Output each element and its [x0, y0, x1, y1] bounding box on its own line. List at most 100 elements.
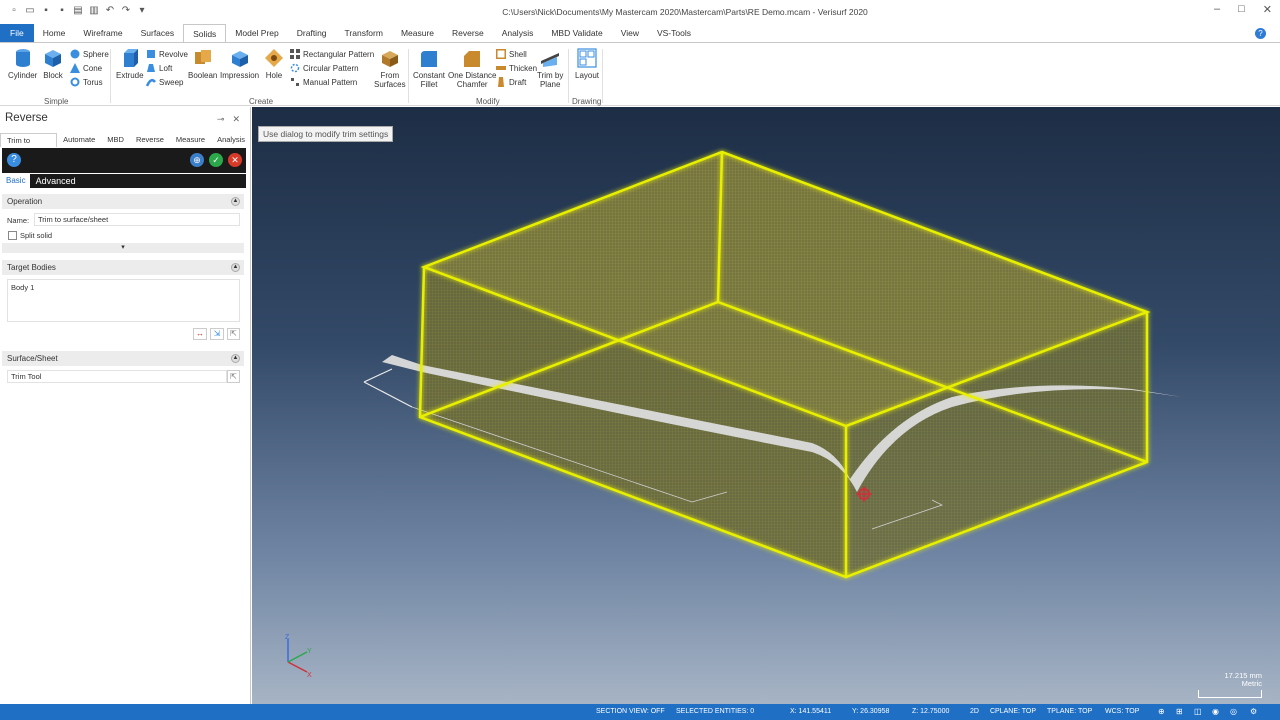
name-label: Name: [7, 216, 30, 225]
loft-button[interactable]: Loft [146, 63, 172, 73]
scale-bar [1198, 690, 1262, 698]
expand-options-icon[interactable]: ▾ [2, 243, 244, 253]
sphere-button[interactable]: Sphere [70, 49, 109, 59]
close-icon[interactable]: ✕ [1263, 3, 1272, 16]
surface-sheet-section-header[interactable]: Surface/Sheet ▲ [2, 351, 244, 366]
help-icon[interactable]: ? [1255, 28, 1266, 39]
thicken-button[interactable]: Thicken [496, 63, 537, 73]
torus-button[interactable]: Torus [70, 77, 103, 87]
mode-toggle[interactable]: 2D [970, 708, 979, 715]
view-render-icon[interactable]: ◎ [1230, 707, 1237, 716]
hole-button[interactable]: Hole [263, 47, 285, 80]
boolean-icon [194, 50, 211, 64]
cancel-x-icon[interactable]: ✕ [228, 153, 242, 167]
one-distance-chamfer-button[interactable]: One Distance Chamfer [448, 47, 496, 89]
minimize-icon[interactable]: – [1214, 3, 1220, 16]
tab-solids[interactable]: Solids [183, 24, 227, 42]
select-add-icon[interactable]: ⇲ [210, 328, 224, 340]
view-settings-icon[interactable]: ⚙ [1250, 707, 1257, 716]
shell-button[interactable]: Shell [496, 49, 527, 59]
impression-button[interactable]: Impression [220, 47, 259, 80]
layout-button[interactable]: Layout [575, 47, 599, 80]
y-coordinate: Y: 26.30958 [852, 708, 890, 715]
tab-mbd[interactable]: MBD [101, 133, 130, 147]
apply-icon[interactable]: ⊕ [190, 153, 204, 167]
name-field[interactable]: Trim to surface/sheet [34, 213, 240, 226]
swap-icon[interactable]: ↔ [193, 328, 207, 340]
tab-panel-reverse[interactable]: Reverse [130, 133, 170, 147]
tab-transform[interactable]: Transform [336, 24, 392, 42]
tab-basic[interactable]: Basic [2, 174, 30, 188]
block-button[interactable]: Block [42, 47, 64, 80]
tab-model-prep[interactable]: Model Prep [226, 24, 287, 42]
collapse-icon[interactable]: ▲ [231, 354, 240, 363]
split-solid-checkbox[interactable] [8, 231, 17, 240]
tab-automate[interactable]: Automate [57, 133, 101, 147]
view-wire-icon[interactable]: ◉ [1212, 707, 1219, 716]
solid-body[interactable] [420, 152, 1147, 577]
graphics-viewport[interactable]: Z X Y Use dialog to modify trim settings… [252, 107, 1280, 704]
target-bodies-section-header[interactable]: Target Bodies ▲ [2, 260, 244, 275]
close-panel-icon[interactable]: ✕ [232, 114, 240, 125]
tab-drafting[interactable]: Drafting [288, 24, 336, 42]
tab-file[interactable]: File [0, 24, 34, 42]
wcs-status[interactable]: WCS: TOP [1105, 708, 1139, 715]
cone-button[interactable]: Cone [70, 63, 102, 73]
tab-panel-analysis[interactable]: Analysis [211, 133, 251, 147]
sweep-button[interactable]: Sweep [146, 77, 183, 87]
ok-check-icon[interactable]: ✓ [209, 153, 223, 167]
maximize-icon[interactable]: □ [1238, 3, 1245, 16]
ribbon-tabs: File Home Wireframe Surfaces Solids Mode… [0, 24, 1280, 42]
collapse-icon[interactable]: ▲ [231, 197, 240, 206]
tab-trim-to-surface[interactable]: Trim to Surfa... [0, 133, 58, 159]
extrude-button[interactable]: Extrude [116, 47, 144, 80]
view-shaded-icon[interactable]: ◫ [1194, 707, 1202, 716]
section-view-status[interactable]: SECTION VIEW: OFF [596, 708, 665, 715]
tab-vs-tools[interactable]: VS-Tools [648, 24, 700, 42]
revolve-icon [147, 50, 155, 58]
tab-home[interactable]: Home [34, 24, 75, 42]
model-view[interactable]: Z X Y [252, 107, 1280, 704]
svg-text:Y: Y [307, 648, 312, 655]
tplane-status[interactable]: TPLANE: TOP [1047, 708, 1092, 715]
tab-panel-measure[interactable]: Measure [170, 133, 211, 147]
group-separator [568, 49, 569, 103]
operation-section-header[interactable]: Operation ▲ [2, 194, 244, 209]
tab-advanced[interactable]: Advanced [29, 174, 246, 188]
collapse-icon[interactable]: ▲ [231, 263, 240, 272]
rectangular-pattern-button[interactable]: Rectangular Pattern [290, 49, 374, 59]
target-bodies-list[interactable]: Body 1 [7, 279, 240, 322]
view-globe-icon[interactable]: ⊕ [1158, 707, 1165, 716]
tab-analysis[interactable]: Analysis [493, 24, 543, 42]
boolean-button[interactable]: Boolean [188, 47, 217, 80]
circular-pattern-button[interactable]: Circular Pattern [290, 63, 359, 73]
tab-measure[interactable]: Measure [392, 24, 443, 42]
view-iso-icon[interactable]: ⊞ [1176, 707, 1183, 716]
trim-by-plane-button[interactable]: Trim by Plane [537, 47, 563, 89]
list-item[interactable]: Body 1 [11, 283, 239, 292]
sphere-icon [70, 49, 80, 59]
scale-unit: Metric [1241, 679, 1262, 688]
tab-reverse[interactable]: Reverse [443, 24, 493, 42]
group-simple-label: Simple [44, 97, 69, 106]
draft-button[interactable]: Draft [496, 77, 526, 87]
loft-icon [147, 64, 155, 72]
cylinder-button[interactable]: Cylinder [8, 47, 37, 80]
tab-view[interactable]: View [612, 24, 648, 42]
tab-mbd-validate[interactable]: MBD Validate [542, 24, 611, 42]
help-circle-icon[interactable]: ? [7, 153, 21, 167]
window-title: C:\Users\Nick\Documents\My Mastercam 202… [502, 7, 868, 17]
constant-fillet-button[interactable]: Constant Fillet [413, 47, 445, 89]
shell-icon [496, 49, 506, 59]
cplane-status[interactable]: CPLANE: TOP [990, 708, 1036, 715]
select-pointer-icon[interactable]: ⇱ [227, 328, 240, 340]
trim-tool-field[interactable]: Trim Tool [7, 370, 227, 383]
pin-icon[interactable]: ⊸ [217, 114, 225, 125]
manual-pattern-button[interactable]: Manual Pattern [290, 77, 357, 87]
from-surfaces-button[interactable]: From Surfaces [374, 47, 406, 89]
tab-wireframe[interactable]: Wireframe [74, 24, 131, 42]
revolve-button[interactable]: Revolve [146, 49, 188, 59]
tab-surfaces[interactable]: Surfaces [132, 24, 184, 42]
select-pointer-icon[interactable]: ⇱ [227, 370, 240, 383]
selected-entities-status[interactable]: SELECTED ENTITIES: 0 [676, 708, 754, 715]
